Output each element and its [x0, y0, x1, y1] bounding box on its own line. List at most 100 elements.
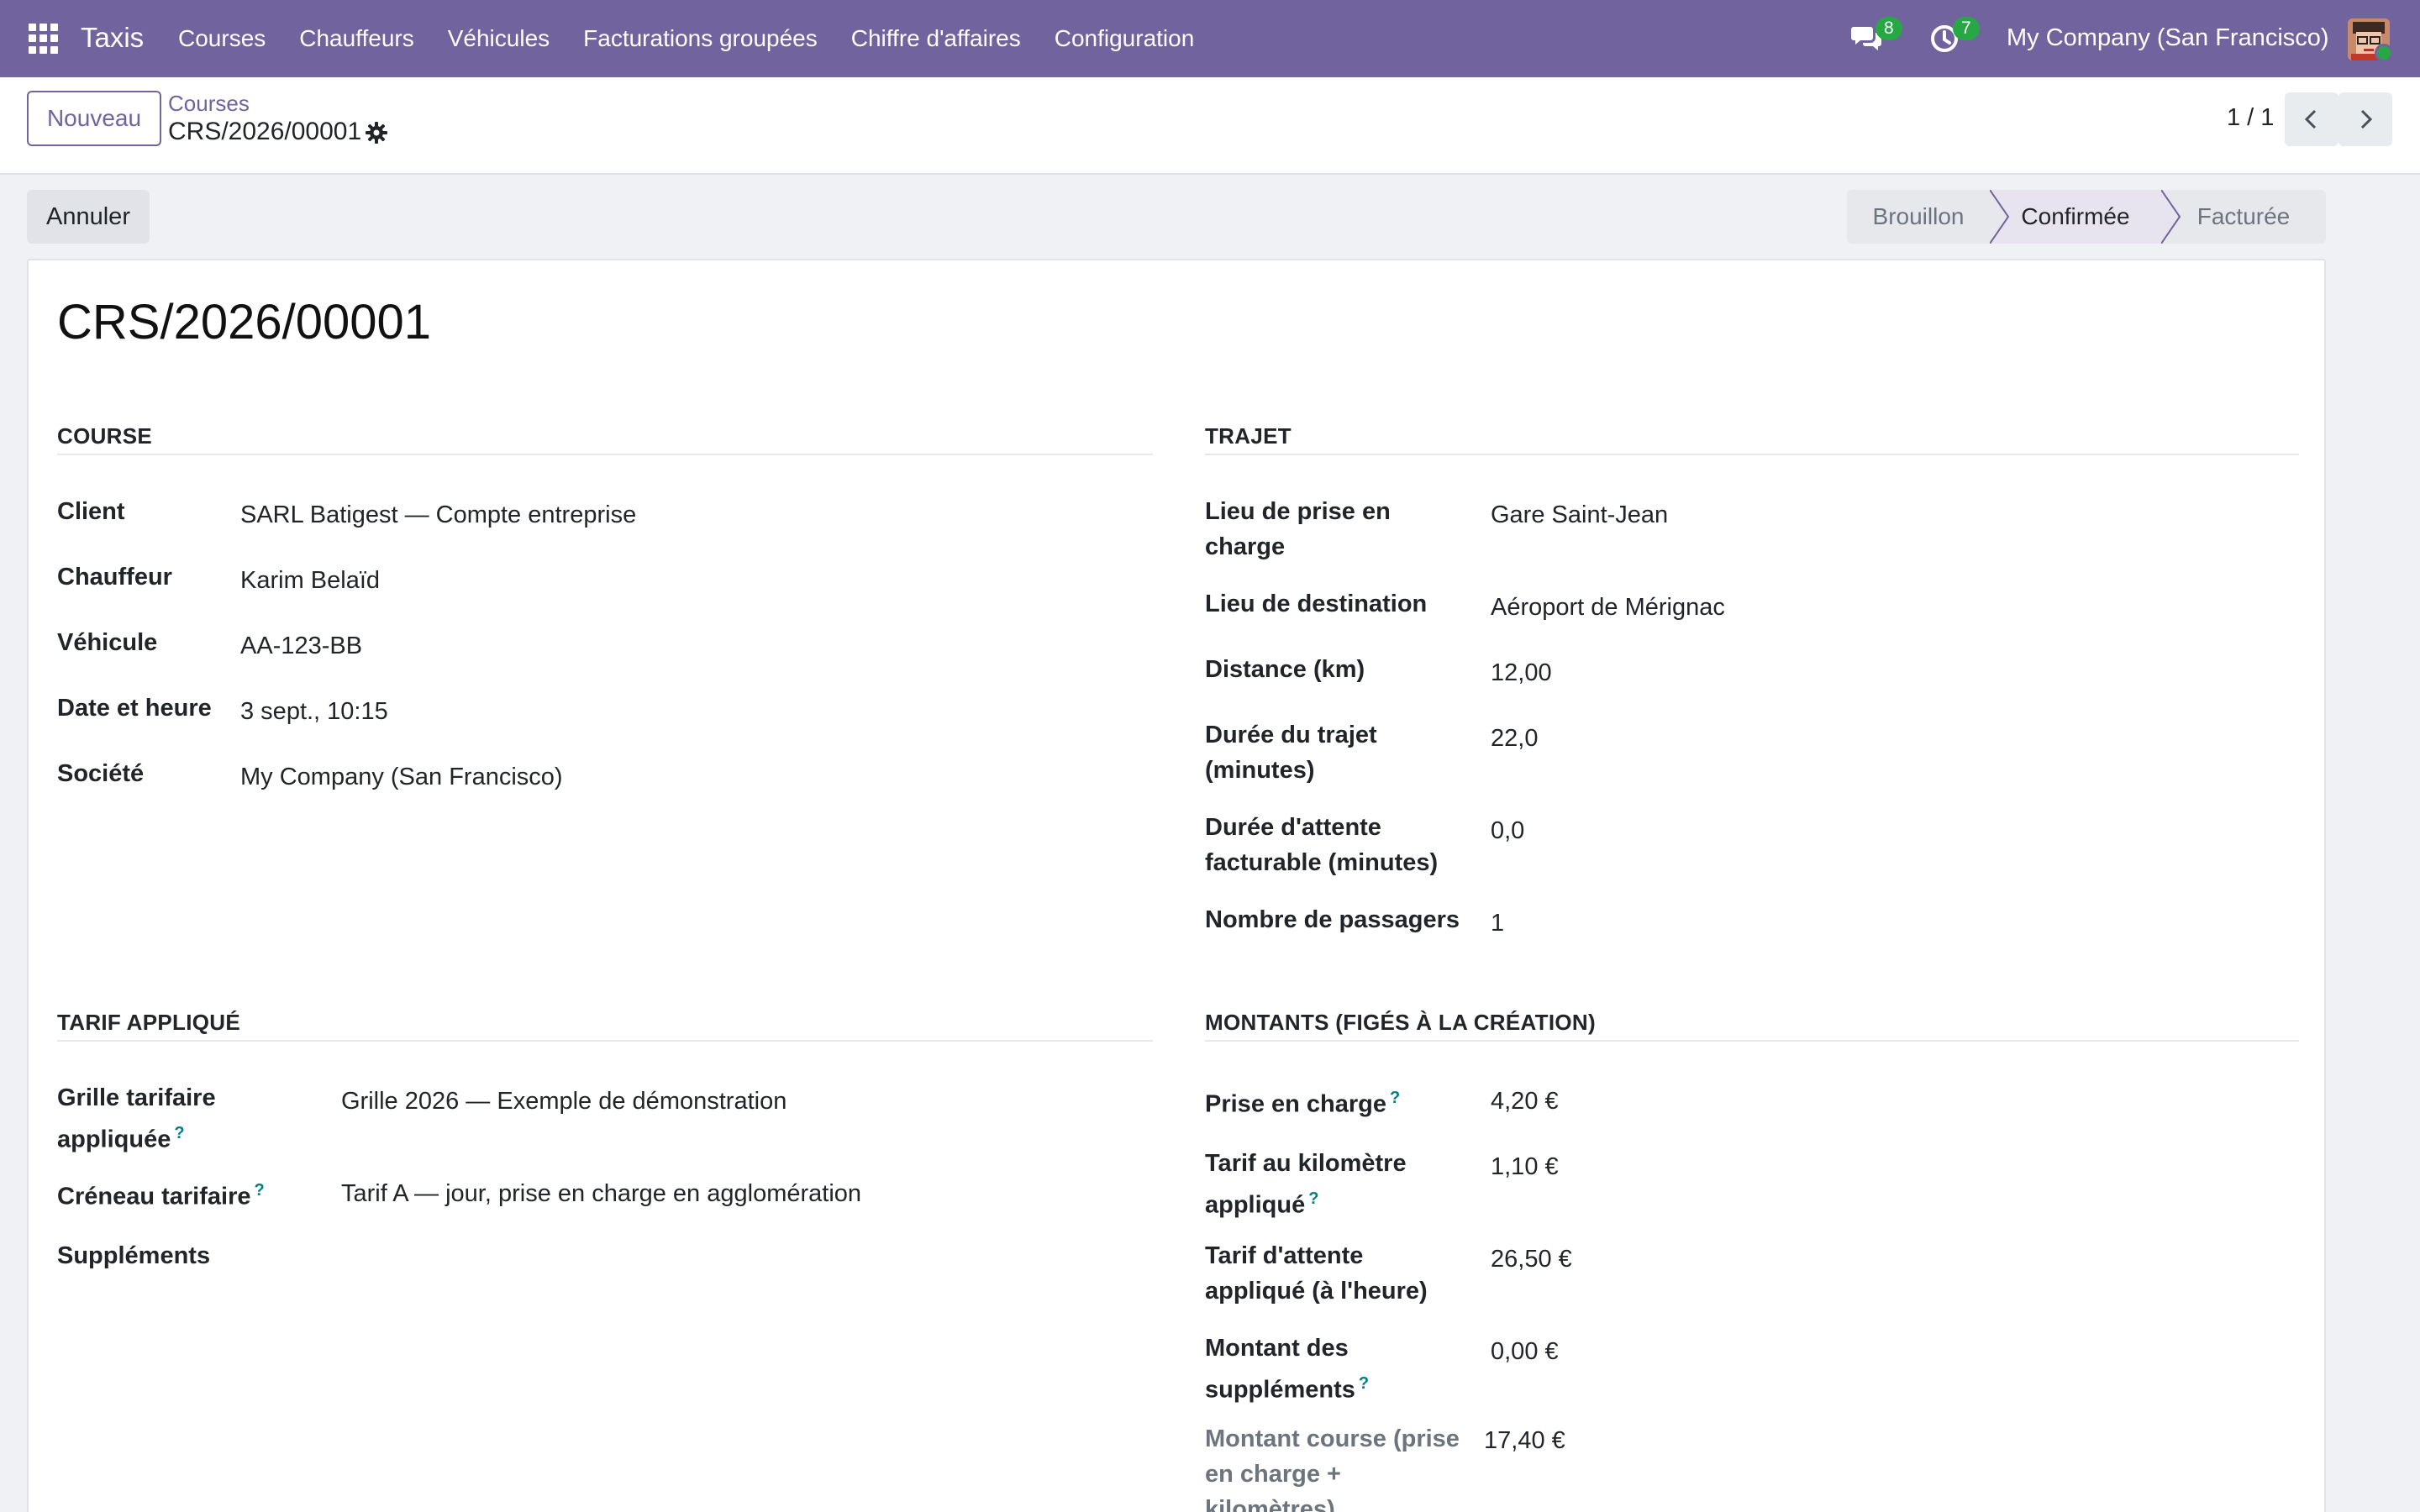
field-value-duree-attente[interactable]: 0,0 [1491, 813, 1524, 848]
field-value-tarif-km[interactable]: 1,10 € [1491, 1149, 1559, 1184]
field-value-destination[interactable]: Aéroport de Mérignac [1491, 590, 1725, 625]
field-label-societe: Société [57, 760, 145, 787]
label-line: (minutes) [1205, 757, 1315, 784]
field-value-chauffeur[interactable]: Karim Belaïd [240, 563, 380, 598]
label-line: Créneau tarifaire [57, 1183, 251, 1210]
menu-item-facturations-groupees[interactable]: Facturations groupées [583, 25, 818, 52]
field-label-montant-supplements: Montant des suppléments? [1205, 1331, 1369, 1408]
stage-confirmee[interactable]: Confirmée [1990, 190, 2161, 244]
field-label-destination: Lieu de destination [1205, 591, 1428, 617]
field-value-passagers[interactable]: 1 [1491, 906, 1504, 941]
breadcrumb-current: CRS/2026/00001 [168, 118, 362, 145]
field-value-grille[interactable]: Grille 2026 — Exemple de démonstration [341, 1084, 786, 1119]
field-label-duree-trajet: Durée du trajet (minutes) [1205, 717, 1377, 788]
menu-item-chauffeurs[interactable]: Chauffeurs [299, 25, 413, 52]
online-status-dot [2375, 44, 2393, 62]
field-value-societe[interactable]: My Company (San Francisco) [240, 759, 563, 795]
app-brand[interactable]: Taxis [81, 22, 144, 54]
pager-value[interactable]: 1 / 1 [2227, 104, 2274, 132]
help-tooltip-icon[interactable]: ? [1308, 1189, 1318, 1208]
field-label-client: Client [57, 498, 125, 525]
label-line: Tarif d'attente [1205, 1242, 1364, 1269]
label-line: Montant des [1205, 1335, 1349, 1362]
main-menu: Courses Chauffeurs Véhicules Facturation… [178, 0, 1228, 77]
group-title-montants: MONTANTS (FIGÉS À LA CRÉATION) [1205, 1010, 1596, 1035]
stage-brouillon[interactable]: Brouillon [1847, 190, 1990, 244]
label-line: charge [1205, 533, 1286, 560]
field-value-pickup[interactable]: Gare Saint-Jean [1491, 497, 1668, 533]
menu-item-configuration[interactable]: Configuration [1055, 25, 1195, 52]
field-label-supplements: Suppléments [57, 1242, 211, 1269]
cancel-button[interactable]: Annuler [27, 190, 150, 244]
field-label-passagers: Nombre de passagers [1205, 906, 1460, 933]
label-line: Durée d'attente [1205, 814, 1381, 841]
field-label-tarif-attente: Tarif d'attente appliqué (à l'heure) [1205, 1238, 1428, 1309]
stage-label: Brouillon [1872, 203, 1965, 229]
label-line: appliqué [1205, 1191, 1306, 1219]
field-value-vehicule[interactable]: AA-123-BB [240, 628, 362, 664]
field-value-creneau[interactable]: Tarif A — jour, prise en charge en agglo… [341, 1176, 861, 1211]
new-button[interactable]: Nouveau [27, 91, 161, 146]
group-divider [1205, 454, 2299, 455]
menu-item-vehicules[interactable]: Véhicules [448, 25, 550, 52]
field-label-distance: Distance (km) [1205, 656, 1365, 683]
stage-facturee[interactable]: Facturée [2161, 190, 2326, 244]
help-tooltip-icon[interactable]: ? [1390, 1089, 1400, 1107]
field-value-duree-trajet[interactable]: 22,0 [1491, 721, 1538, 756]
company-switcher[interactable]: My Company (San Francisco) [2007, 24, 2329, 52]
stage-arrow-icon [1990, 190, 2010, 244]
menu-item-chiffre-affaires[interactable]: Chiffre d'affaires [851, 25, 1021, 52]
status-bar: Brouillon Confirmée Facturée [1847, 190, 2326, 244]
form-sheet: CRS/2026/00001 COURSE Client SARL Batige… [27, 259, 2326, 1512]
gear-icon[interactable] [365, 121, 388, 144]
activities-count-badge: 7 [1953, 17, 1980, 40]
field-label-prise-en-charge: Prise en charge? [1205, 1080, 1400, 1122]
label-line: Grille tarifaire [57, 1084, 216, 1111]
chevron-left-icon [2304, 109, 2317, 129]
label-line: Prise en charge [1205, 1090, 1386, 1118]
app-grid-icon[interactable] [29, 24, 59, 54]
stage-label: Facturée [2196, 203, 2291, 229]
group-divider [57, 1040, 1153, 1042]
messages-count-badge: 8 [1876, 17, 1902, 40]
group-title-trajet: TRAJET [1205, 423, 1292, 449]
help-tooltip-icon[interactable]: ? [1359, 1374, 1369, 1393]
field-value-client[interactable]: SARL Batigest — Compte entreprise [240, 497, 636, 533]
label-line: en charge + [1205, 1461, 1341, 1488]
group-divider [1205, 1040, 2299, 1042]
stage-label: Confirmée [2021, 203, 2130, 229]
label-line: appliquée [57, 1126, 171, 1153]
label-line: facturable (minutes) [1205, 849, 1439, 876]
group-divider [57, 454, 1153, 455]
pager-next-button[interactable] [2338, 92, 2392, 146]
field-value-date[interactable]: 3 sept., 10:15 [240, 694, 388, 729]
top-navbar: Taxis Courses Chauffeurs Véhicules Factu… [0, 0, 2420, 77]
field-value-montant-supplements[interactable]: 0,00 € [1491, 1334, 1559, 1369]
stage-arrow-icon [2161, 190, 2181, 244]
field-label-grille: Grille tarifaire appliquée? [57, 1080, 216, 1158]
field-label-creneau: Créneau tarifaire? [57, 1173, 265, 1215]
label-line: Tarif au kilomètre [1205, 1150, 1407, 1177]
label-line: suppléments [1205, 1376, 1355, 1404]
field-label-montant-course: Montant course (prise en charge + kilomè… [1205, 1421, 1460, 1512]
breadcrumb-parent-link[interactable]: Courses [168, 91, 250, 117]
menu-item-courses[interactable]: Courses [178, 25, 266, 52]
field-label-chauffeur: Chauffeur [57, 564, 172, 591]
control-panel: Nouveau Courses CRS/2026/00001 1 / 1 [0, 77, 2420, 175]
label-line: Montant course (prise [1205, 1425, 1460, 1452]
chevron-right-icon [2360, 109, 2373, 129]
field-label-tarif-km: Tarif au kilomètre appliqué? [1205, 1146, 1407, 1223]
group-title-tarif: TARIF APPLIQUÉ [57, 1010, 240, 1035]
field-value-prise-en-charge[interactable]: 4,20 € [1491, 1084, 1559, 1119]
field-value-montant-course: 17,40 € [1484, 1427, 1565, 1454]
field-label-duree-attente: Durée d'attente facturable (minutes) [1205, 810, 1438, 880]
help-tooltip-icon[interactable]: ? [174, 1124, 184, 1142]
field-value-distance[interactable]: 12,00 [1491, 655, 1552, 690]
field-label-vehicule: Véhicule [57, 629, 158, 656]
field-value-tarif-attente[interactable]: 26,50 € [1491, 1242, 1572, 1277]
help-tooltip-icon[interactable]: ? [255, 1181, 265, 1200]
label-line: Durée du trajet [1205, 722, 1377, 748]
pager-previous-button[interactable] [2285, 92, 2338, 146]
label-line: kilomètres) [1205, 1496, 1335, 1512]
field-label-date: Date et heure [57, 695, 212, 722]
